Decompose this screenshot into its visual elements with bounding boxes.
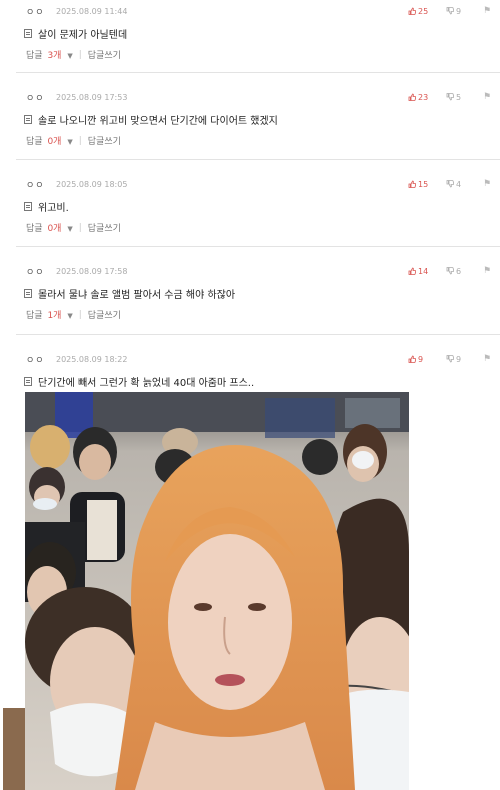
comment-date: 2025.08.09 17:58: [56, 266, 128, 276]
reply-label: 답글: [26, 311, 43, 321]
thumb-up-icon: [408, 180, 416, 188]
comment-author[interactable]: ㅇㅇ: [26, 91, 52, 104]
thumb-down-icon: [446, 93, 454, 101]
reply-toggle[interactable]: 답글 0개 ▼: [26, 221, 73, 234]
upvote-button[interactable]: 14: [408, 267, 442, 276]
background-swatch: [3, 708, 25, 790]
report-button[interactable]: ⚑: [482, 266, 492, 276]
photo-illustration: [25, 392, 409, 790]
document-icon: [24, 202, 32, 211]
divider: |: [78, 135, 82, 146]
comment-attached-photo[interactable]: [25, 392, 409, 790]
comment-text: 단기간에 빼서 그런가 확 늙었네 40대 아줌마 프스..: [38, 378, 255, 389]
reply-count: 0개: [47, 137, 62, 147]
reply-count: 1개: [47, 311, 62, 321]
person-icon: ⚑: [482, 179, 492, 189]
comment-date: 2025.08.09 11:44: [56, 6, 128, 16]
comment-text: 위고비.: [38, 203, 69, 214]
comment-author[interactable]: ㅇㅇ: [26, 5, 52, 18]
upvote-count: 23: [418, 92, 429, 102]
document-icon: [24, 289, 32, 298]
reply-label: 답글: [26, 224, 43, 234]
person-icon: ⚑: [482, 354, 492, 364]
comment-author[interactable]: ㅇㅇ: [26, 178, 52, 191]
document-icon: [24, 29, 32, 38]
comment-text: 몰라서 물냐 솔로 앨범 팔아서 수금 해야 하잖아: [38, 290, 236, 301]
downvote-button[interactable]: 4: [446, 180, 480, 189]
comment-author[interactable]: ㅇㅇ: [26, 265, 52, 278]
document-icon: [24, 115, 32, 124]
reply-toggle[interactable]: 답글 3개 ▼: [26, 48, 73, 61]
downvote-button[interactable]: 5: [446, 93, 480, 102]
divider: |: [78, 49, 82, 60]
document-icon: [24, 377, 32, 386]
chevron-down-icon: ▼: [67, 52, 73, 60]
divider: [16, 334, 500, 335]
upvote-count: 14: [418, 266, 429, 276]
comment-text: 솔로 나오니깐 위고비 맞으면서 단기간에 다이어트 했겠지: [38, 116, 278, 127]
comment-text: 살이 문제가 아닐텐데: [38, 30, 128, 41]
person-icon: ⚑: [482, 92, 492, 102]
reply-label: 답글: [26, 137, 43, 147]
upvote-count: 9: [418, 354, 424, 364]
reply-toggle[interactable]: 답글 0개 ▼: [26, 134, 73, 147]
divider: [16, 246, 500, 247]
comment-author[interactable]: ㅇㅇ: [26, 353, 52, 366]
write-reply-button[interactable]: 답글쓰기: [88, 308, 121, 321]
comment-date: 2025.08.09 18:05: [56, 179, 128, 189]
reply-count: 3개: [47, 51, 62, 61]
thumb-up-icon: [408, 355, 416, 363]
thumb-down-icon: [446, 7, 454, 15]
divider: |: [78, 222, 82, 233]
chevron-down-icon: ▼: [67, 138, 73, 146]
thumb-down-icon: [446, 180, 454, 188]
comment-date: 2025.08.09 18:22: [56, 354, 128, 364]
report-button[interactable]: ⚑: [482, 92, 492, 102]
downvote-count: 9: [456, 6, 462, 16]
divider: [16, 72, 500, 73]
reply-label: 답글: [26, 51, 43, 61]
thumb-down-icon: [446, 267, 454, 275]
downvote-button[interactable]: 6: [446, 267, 480, 276]
upvote-button[interactable]: 9: [408, 355, 442, 364]
reply-count: 0개: [47, 224, 62, 234]
upvote-count: 15: [418, 179, 429, 189]
person-icon: ⚑: [482, 6, 492, 16]
downvote-count: 5: [456, 92, 462, 102]
write-reply-button[interactable]: 답글쓰기: [88, 48, 121, 61]
write-reply-button[interactable]: 답글쓰기: [88, 134, 121, 147]
report-button[interactable]: ⚑: [482, 6, 492, 16]
write-reply-button[interactable]: 답글쓰기: [88, 221, 121, 234]
divider: |: [78, 309, 82, 320]
upvote-count: 25: [418, 6, 429, 16]
comment-date: 2025.08.09 17:53: [56, 92, 128, 102]
chevron-down-icon: ▼: [67, 312, 73, 320]
upvote-button[interactable]: 23: [408, 93, 442, 102]
thumb-up-icon: [408, 267, 416, 275]
chevron-down-icon: ▼: [67, 225, 73, 233]
report-button[interactable]: ⚑: [482, 179, 492, 189]
reply-toggle[interactable]: 답글 1개 ▼: [26, 308, 73, 321]
thumb-down-icon: [446, 355, 454, 363]
thumb-up-icon: [408, 93, 416, 101]
person-icon: ⚑: [482, 266, 492, 276]
downvote-count: 4: [456, 179, 462, 189]
divider: [16, 159, 500, 160]
upvote-button[interactable]: 15: [408, 180, 442, 189]
report-button[interactable]: ⚑: [482, 354, 492, 364]
thumb-up-icon: [408, 7, 416, 15]
downvote-button[interactable]: 9: [446, 355, 480, 364]
downvote-count: 9: [456, 354, 462, 364]
downvote-count: 6: [456, 266, 462, 276]
downvote-button[interactable]: 9: [446, 7, 480, 16]
upvote-button[interactable]: 25: [408, 7, 442, 16]
